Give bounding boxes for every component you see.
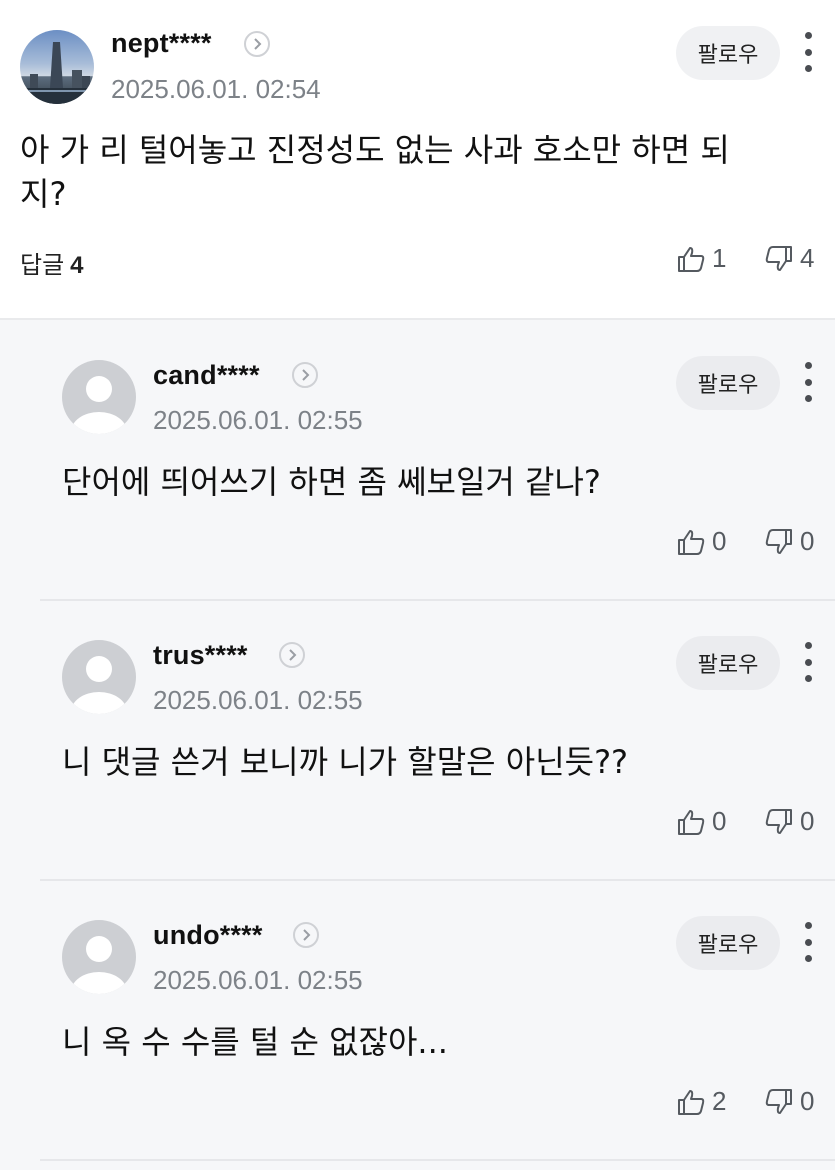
dislike-count: 0 — [800, 526, 815, 556]
reply-text: 니 옥 수 수를 털 순 없잖아... — [62, 1023, 448, 1061]
like-count: 0 — [712, 806, 727, 836]
dislike-button[interactable]: 0 — [764, 526, 814, 557]
chevron-right-icon[interactable] — [293, 922, 319, 948]
like-button[interactable]: 0 — [676, 806, 726, 837]
more-vertical-icon[interactable] — [798, 32, 818, 72]
like-button[interactable]: 0 — [676, 526, 726, 557]
dislike-count: 4 — [800, 243, 815, 273]
reply-username[interactable]: undo**** — [153, 920, 263, 951]
default-avatar-icon[interactable] — [62, 920, 136, 994]
thumbs-down-icon — [765, 808, 792, 834]
reply-date: 2025.06.01. 02:55 — [153, 405, 363, 435]
chevron-right-icon[interactable] — [279, 642, 305, 668]
dislike-count: 0 — [800, 806, 815, 836]
reply-text: 단어에 띄어쓰기 하면 좀 쎄보일거 같나? — [62, 463, 601, 501]
dislike-count: 0 — [800, 1086, 815, 1116]
dislike-button[interactable]: 0 — [764, 806, 814, 837]
follow-button[interactable]: 팔로우 — [676, 916, 780, 970]
reply-label: 답글 — [20, 251, 65, 279]
reply-date: 2025.06.01. 02:55 — [153, 685, 363, 715]
like-button[interactable]: 1 — [676, 243, 726, 274]
reply-text: 니 댓글 쓴거 보니까 니가 할말은 아닌듯?? — [62, 743, 629, 781]
divider — [40, 879, 835, 881]
thumbs-up-icon — [678, 246, 705, 272]
thumbs-up-icon — [678, 1089, 705, 1115]
comment: nept**** 2025.06.01. 02:54 팔로우 아 가 리 털어놓… — [0, 0, 835, 318]
thumbs-down-icon — [765, 1088, 792, 1114]
more-vertical-icon[interactable] — [798, 362, 818, 402]
user-avatar[interactable] — [20, 30, 94, 104]
follow-button[interactable]: 팔로우 — [676, 636, 780, 690]
reply-count: 4 — [70, 252, 84, 279]
comment-text: 아 가 리 털어놓고 진정성도 없는 사과 호소만 하면 되 지? — [20, 128, 820, 216]
default-avatar-icon[interactable] — [62, 360, 136, 434]
divider — [40, 1159, 835, 1161]
thumbs-up-icon — [678, 529, 705, 555]
chevron-right-icon[interactable] — [244, 31, 270, 57]
follow-button[interactable]: 팔로우 — [676, 356, 780, 410]
dislike-button[interactable]: 4 — [764, 243, 814, 274]
more-vertical-icon[interactable] — [798, 642, 818, 682]
like-button[interactable]: 2 — [676, 1086, 726, 1117]
comment-text-line: 아 가 리 털어놓고 진정성도 없는 사과 호소만 하면 되 — [20, 131, 730, 169]
reply-username[interactable]: trus**** — [153, 640, 248, 671]
divider — [40, 599, 835, 601]
city-tower-image — [20, 42, 94, 104]
chevron-right-icon[interactable] — [292, 362, 318, 388]
comment-username[interactable]: nept**** — [111, 28, 212, 59]
reply-list: cand**** 2025.06.01. 02:55 팔로우 단어에 띄어쓰기 … — [0, 318, 835, 1170]
comment-text-line: 지? — [20, 175, 67, 213]
more-vertical-icon[interactable] — [798, 922, 818, 962]
like-count: 1 — [712, 243, 727, 273]
follow-button[interactable]: 팔로우 — [676, 26, 780, 80]
thumbs-up-icon — [678, 809, 705, 835]
like-count: 2 — [712, 1086, 727, 1116]
dislike-button[interactable]: 0 — [764, 1086, 814, 1117]
reply-date: 2025.06.01. 02:55 — [153, 965, 363, 995]
like-count: 0 — [712, 526, 727, 556]
thumbs-down-icon — [765, 245, 792, 271]
comment-date: 2025.06.01. 02:54 — [111, 74, 321, 104]
reply-toggle[interactable]: 답글 4 — [20, 245, 84, 280]
thumbs-down-icon — [765, 528, 792, 554]
default-avatar-icon[interactable] — [62, 640, 136, 714]
reply-username[interactable]: cand**** — [153, 360, 260, 391]
